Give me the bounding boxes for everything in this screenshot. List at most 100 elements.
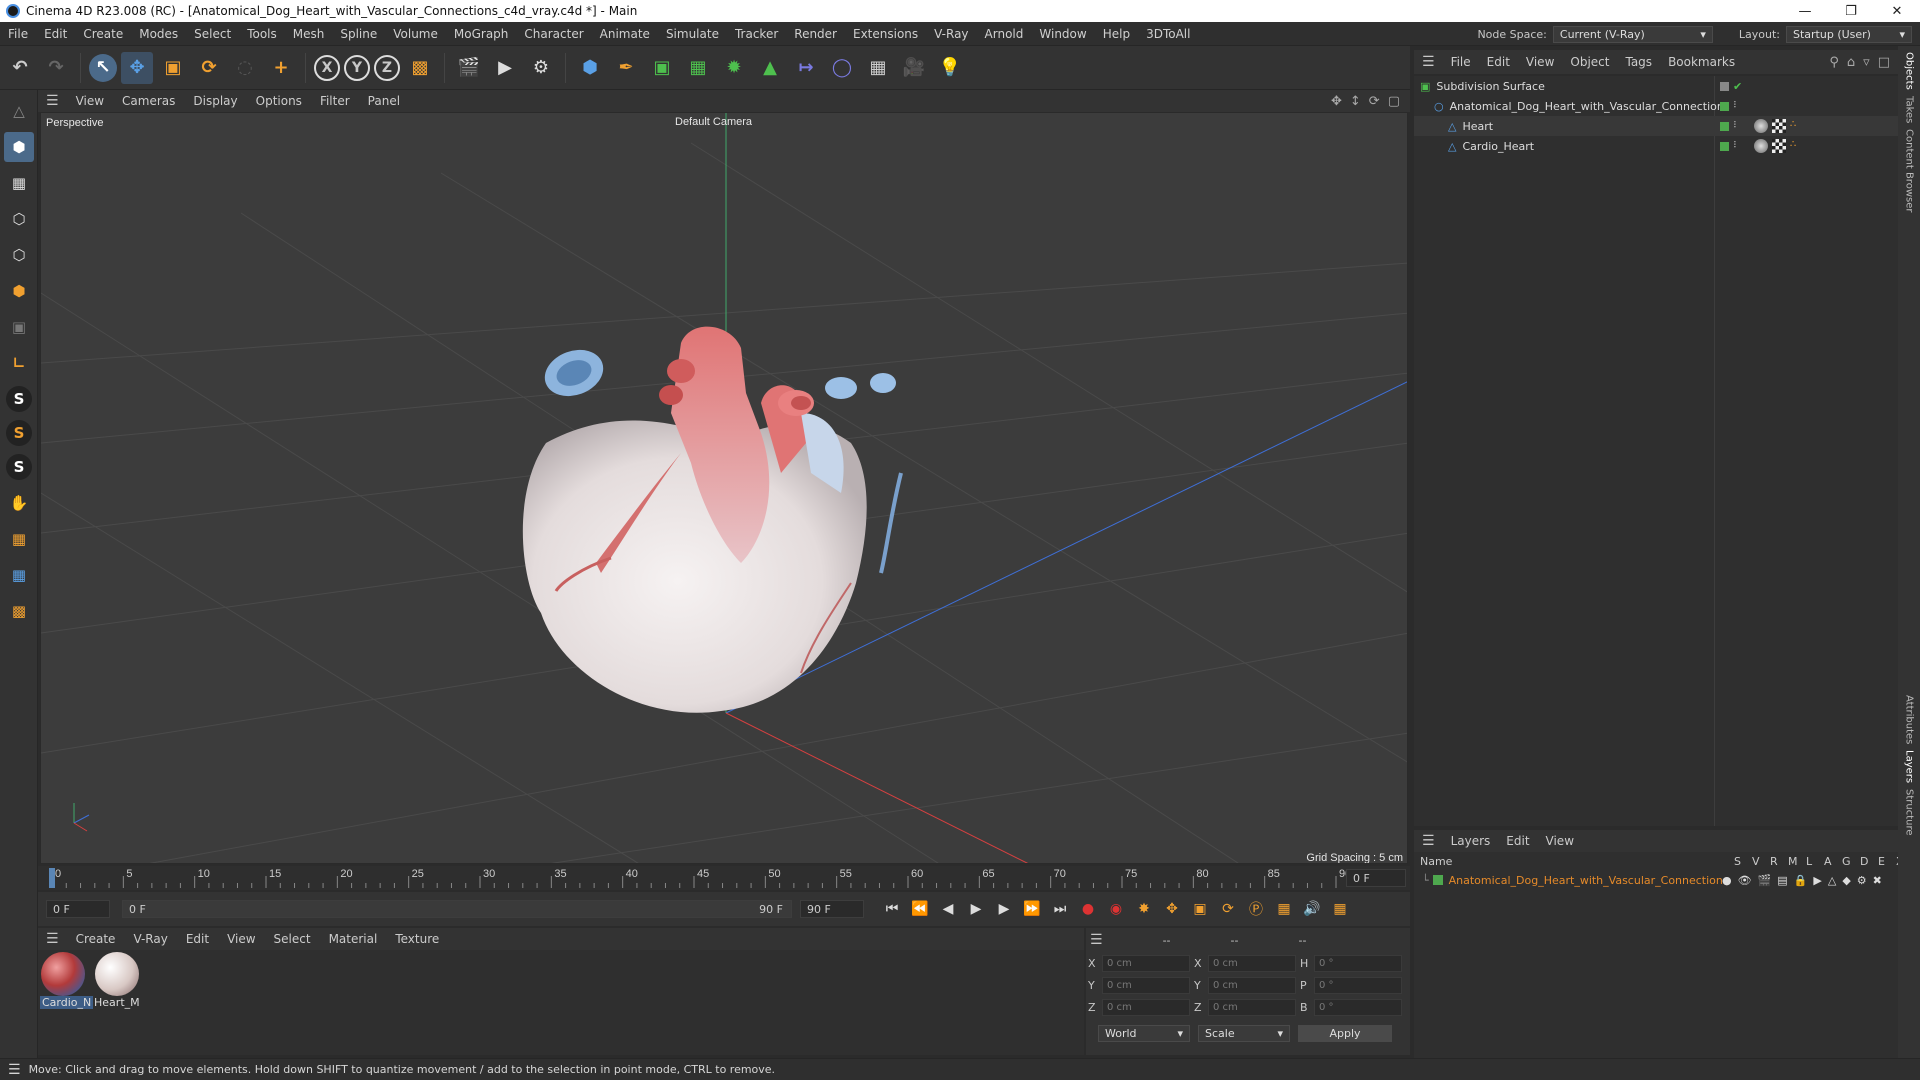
material-swatch[interactable]: Cardio_N <box>40 952 94 1009</box>
move-tool-icon[interactable]: ✥ <box>121 51 153 84</box>
phong-tag-icon[interactable]: ∴ <box>1790 119 1796 133</box>
visibility-dots-icon[interactable]: ⠇ <box>1733 141 1740 151</box>
menu-extensions[interactable]: Extensions <box>845 27 926 41</box>
objects-menu-tags[interactable]: Tags <box>1617 55 1660 69</box>
coords-value-field[interactable]: 0 cm <box>1208 998 1296 1016</box>
viewport-menu-filter[interactable]: Filter <box>311 94 359 108</box>
menu-volume[interactable]: Volume <box>385 27 446 41</box>
menu-create[interactable]: Create <box>75 27 131 41</box>
layer-color-icon[interactable] <box>1720 121 1729 131</box>
objects-menu-bookmarks[interactable]: Bookmarks <box>1660 55 1743 69</box>
coords-value-field[interactable]: 0 ° <box>1314 954 1402 972</box>
key-position-icon[interactable]: ✥ <box>1160 897 1184 921</box>
node-space-dropdown[interactable]: Current (V-Ray) ▾ <box>1552 25 1713 43</box>
coords-value-field[interactable]: 0 cm <box>1102 954 1190 972</box>
mograph-cloner-icon[interactable]: ✹ <box>718 52 750 84</box>
prev-frame-icon[interactable]: ◀ <box>936 897 960 921</box>
field-icon[interactable]: ◯ <box>826 52 858 84</box>
solo-icon[interactable]: ● <box>1722 874 1732 887</box>
hamburger-icon[interactable]: ☰ <box>1090 932 1103 948</box>
object-row[interactable]: △ Heart ⠇ ∴ <box>1414 116 1898 136</box>
layer-row[interactable]: └ Anatomical_Dog_Heart_with_Vascular_Con… <box>1414 870 1898 890</box>
coords-value-field[interactable]: 0 cm <box>1102 998 1190 1016</box>
render-picture-viewer-icon[interactable]: ▶ <box>489 52 521 84</box>
hamburger-icon[interactable]: ☰ <box>0 1062 29 1078</box>
enable-check-icon[interactable]: ✔ <box>1733 80 1742 93</box>
side-tab-layers[interactable]: Layers <box>1904 750 1915 783</box>
object-visibility-flags[interactable]: ✔ <box>1720 80 1742 93</box>
menu-mograph[interactable]: MoGraph <box>446 27 517 41</box>
coords-value-field[interactable]: 0 cm <box>1102 976 1190 994</box>
render-icon[interactable]: 🎬 <box>1758 874 1772 887</box>
axis-mode-icon[interactable]: ∟ <box>4 348 34 378</box>
menu-spline[interactable]: Spline <box>332 27 385 41</box>
viewport-menu-cameras[interactable]: Cameras <box>113 94 184 108</box>
menu-simulate[interactable]: Simulate <box>658 27 727 41</box>
layer-color-swatch[interactable] <box>1432 875 1443 885</box>
hamburger-icon[interactable]: ☰ <box>1414 833 1443 849</box>
viewport-menu-panel[interactable]: Panel <box>359 94 409 108</box>
hamburger-icon[interactable]: ☰ <box>38 931 67 947</box>
object-tags[interactable]: ∴ <box>1754 119 1796 133</box>
menu-modes[interactable]: Modes <box>131 27 186 41</box>
menu-character[interactable]: Character <box>516 27 591 41</box>
live-selection-icon[interactable]: ↖ <box>89 53 117 82</box>
xref-icon[interactable]: ✖ <box>1873 874 1882 887</box>
object-visibility-flags[interactable]: ⠇ <box>1720 121 1740 131</box>
undo-icon[interactable]: ↶ <box>4 52 36 84</box>
viewport-rotate-icon[interactable]: ⟳ <box>1369 94 1380 109</box>
go-to-end-icon[interactable]: ⏭ <box>1048 897 1072 921</box>
objects-menu-object[interactable]: Object <box>1562 55 1617 69</box>
side-tab-structure[interactable]: Structure <box>1904 789 1915 836</box>
coords-value-field[interactable]: 0 cm <box>1208 976 1296 994</box>
model-mode-icon[interactable]: ⬢ <box>4 132 34 162</box>
sound-icon[interactable]: 🔊 <box>1300 897 1324 921</box>
filter-icon[interactable]: ▿ <box>1863 55 1870 70</box>
x-axis-lock-icon[interactable]: X <box>314 54 340 81</box>
render-settings-icon[interactable]: ⚙ <box>525 52 557 84</box>
object-row[interactable]: △ Cardio_Heart ⠇ ∴ <box>1414 136 1898 156</box>
floor-environment-icon[interactable]: ▦ <box>862 52 894 84</box>
workplane-snap-icon[interactable]: S <box>6 454 32 480</box>
3d-viewport[interactable]: Perspective Default Camera Grid Spacing … <box>40 112 1408 864</box>
menu-render[interactable]: Render <box>786 27 845 41</box>
minimize-icon[interactable]: — <box>1782 0 1828 22</box>
current-frame-field[interactable]: 0 F <box>1346 869 1406 887</box>
object-visibility-flags[interactable]: ⠇ <box>1720 101 1740 111</box>
uv-mode-icon[interactable]: ▣ <box>4 312 34 342</box>
coordinate-system-icon[interactable]: ▩ <box>404 52 436 84</box>
add-tool-icon[interactable]: + <box>265 52 297 84</box>
coords-value-field[interactable]: 0 ° <box>1314 998 1402 1016</box>
menu-edit[interactable]: Edit <box>36 27 75 41</box>
texture-mode-icon[interactable]: ▦ <box>4 168 34 198</box>
material-menu-view[interactable]: View <box>218 932 264 946</box>
layout-dropdown[interactable]: Startup (User) ▾ <box>1786 25 1912 43</box>
redo-icon[interactable]: ↷ <box>40 52 72 84</box>
timeline-settings-icon[interactable]: ▦ <box>1328 897 1352 921</box>
material-menu-material[interactable]: Material <box>320 932 387 946</box>
play-icon[interactable]: ▶ <box>964 897 988 921</box>
tweak-mode-icon[interactable]: ✋ <box>4 488 34 518</box>
visibility-dots-icon[interactable]: ⠇ <box>1733 101 1740 111</box>
points-mode-icon[interactable]: ⬡ <box>4 204 34 234</box>
menu-3dtoall[interactable]: 3DToAll <box>1138 27 1198 41</box>
expressions-icon[interactable]: ⚙ <box>1857 874 1867 887</box>
hamburger-icon[interactable]: ☰ <box>38 93 67 109</box>
object-tags[interactable]: ∴ <box>1754 139 1796 153</box>
phong-tag-icon[interactable]: ∴ <box>1790 139 1796 153</box>
viewport-move-icon[interactable]: ✥ <box>1331 94 1342 109</box>
recent-tools-icon[interactable]: ◌ <box>229 52 261 84</box>
scale-tool-icon[interactable]: ▣ <box>157 52 189 84</box>
menu-mesh[interactable]: Mesh <box>285 27 333 41</box>
side-tab-attributes[interactable]: Attributes <box>1904 695 1915 744</box>
object-row[interactable]: ▣ Subdivision Surface ✔ <box>1414 76 1898 96</box>
close-icon[interactable]: ✕ <box>1874 0 1920 22</box>
layer-color-icon[interactable] <box>1720 141 1729 151</box>
subdivision-generator-icon[interactable]: ▣ <box>646 52 678 84</box>
objects-menu-file[interactable]: File <box>1443 55 1479 69</box>
locked-icon[interactable]: 🔒 <box>1794 874 1808 887</box>
start-frame-field[interactable]: 0 F <box>46 900 110 918</box>
layers-menu-layers[interactable]: Layers <box>1443 834 1499 848</box>
record-keys-icon[interactable]: ● <box>1076 897 1100 921</box>
snap-settings-icon[interactable]: S <box>6 420 32 446</box>
